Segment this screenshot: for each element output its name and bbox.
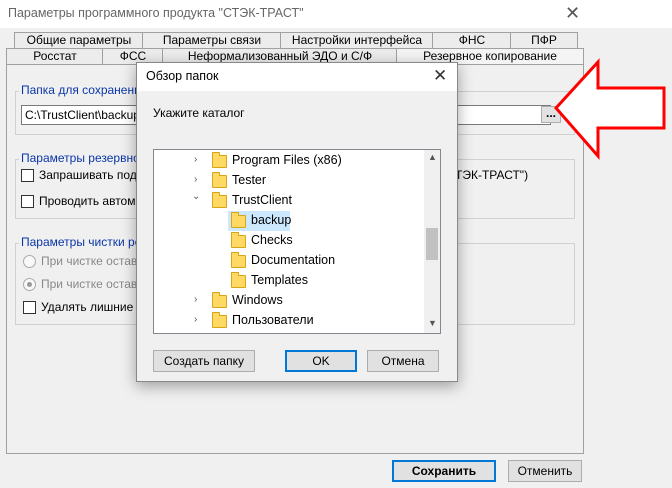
arrow-shape <box>553 58 666 160</box>
scroll-up-icon[interactable]: ▲ <box>428 152 437 162</box>
folder-icon <box>212 292 227 308</box>
folder-icon <box>231 212 246 228</box>
dialog-title: Обзор папок <box>146 69 219 83</box>
dialog-prompt: Укажите каталог <box>153 106 245 120</box>
chevron-right-icon[interactable]: › <box>194 294 197 305</box>
scroll-down-icon[interactable]: ▼ <box>428 318 437 328</box>
scrollbar-thumb[interactable] <box>426 228 438 260</box>
tree-item[interactable]: Checks <box>154 231 424 251</box>
auto-backup-label: Проводить автомат <box>39 194 148 208</box>
tree-item[interactable]: › Windows <box>154 291 424 311</box>
tab-fns[interactable]: ФНС <box>432 32 512 49</box>
tree-item-label: Checks <box>251 233 293 247</box>
folder-icon <box>212 152 227 168</box>
tree-scrollbar[interactable]: ▲ ▼ <box>424 150 440 333</box>
folder-tree[interactable]: › Program Files (x86) › Tester ⌄ TrustCl… <box>153 149 441 334</box>
folder-icon <box>212 172 227 188</box>
chevron-right-icon[interactable]: › <box>194 314 197 325</box>
tab-rosstat[interactable]: Росстат <box>6 48 104 65</box>
tab-general[interactable]: Общие параметры <box>14 32 144 49</box>
folder-icon <box>231 272 246 288</box>
tree-item[interactable]: backup <box>154 211 424 231</box>
save-folder-path: C:\TrustClient\backup <box>25 108 140 122</box>
chevron-right-icon[interactable]: › <box>194 154 197 165</box>
folder-icon <box>212 312 227 328</box>
tree-item[interactable]: Documentation <box>154 251 424 271</box>
tab-connection[interactable]: Параметры связи <box>142 32 282 49</box>
clean-params-legend: Параметры чистки рез <box>19 235 149 249</box>
backup-params-right-text: ТЭК-ТРАСТ") <box>455 168 529 182</box>
clean-keep-radio-1[interactable] <box>23 255 36 268</box>
red-arrow-annotation <box>553 58 666 160</box>
new-folder-button[interactable]: Создать папку <box>153 350 255 372</box>
dialog-cancel-button[interactable]: Отмена <box>367 350 439 372</box>
tree-item[interactable]: › Program Files (x86) <box>154 151 424 171</box>
tab-interface[interactable]: Настройки интерфейса <box>280 32 434 49</box>
window-title-bar: Параметры программного продукта "СТЭК-ТР… <box>0 0 672 28</box>
save-folder-legend: Папка для сохранения <box>19 83 150 97</box>
auto-backup-checkbox[interactable] <box>21 195 34 208</box>
tree-item-label: backup <box>251 213 292 227</box>
tree-item[interactable]: › Tester <box>154 171 424 191</box>
cancel-button[interactable]: Отменить <box>508 460 582 482</box>
clean-keep-label-1: При чистке оставл <box>41 254 144 268</box>
browse-folders-dialog: Обзор папок ✕ Укажите каталог › Program … <box>136 62 458 382</box>
tree-item[interactable]: Templates <box>154 271 424 291</box>
tree-item-label: Templates <box>251 273 308 287</box>
tree-item-label: Program Files (x86) <box>232 153 342 167</box>
save-button[interactable]: Сохранить <box>392 460 496 482</box>
chevron-down-icon[interactable]: ⌄ <box>192 191 200 202</box>
delete-extra-checkbox[interactable] <box>23 301 36 314</box>
tree-item[interactable]: › Пользователи <box>154 311 424 331</box>
tree-item-label: TrustClient <box>232 193 292 207</box>
dialog-close-icon[interactable]: ✕ <box>433 66 447 86</box>
close-icon[interactable]: ✕ <box>565 3 580 24</box>
window-title: Параметры программного продукта "СТЭК-ТР… <box>8 6 304 20</box>
request-confirm-label: Запрашивать подте <box>39 168 149 182</box>
tree-item-label: Пользователи <box>232 313 314 327</box>
clean-keep-label-2: При чистке оставл <box>41 277 144 291</box>
backup-params-legend: Параметры резервно <box>19 151 142 165</box>
folder-icon <box>212 192 227 208</box>
folder-icon <box>231 232 246 248</box>
clean-keep-radio-2[interactable] <box>23 278 36 291</box>
tree-item-label: Documentation <box>251 253 336 267</box>
delete-extra-label: Удалять лишние к <box>41 300 142 314</box>
tree-item[interactable]: ⌄ TrustClient <box>154 191 424 211</box>
chevron-right-icon[interactable]: › <box>194 174 197 185</box>
folder-icon <box>231 252 246 268</box>
request-confirm-checkbox[interactable] <box>21 169 34 182</box>
ok-button[interactable]: OK <box>285 350 357 372</box>
tab-pfr[interactable]: ПФР <box>510 32 578 49</box>
dialog-title-bar: Обзор папок ✕ <box>137 63 457 91</box>
tree-item-label: Tester <box>232 173 267 187</box>
tree-item-label: Windows <box>232 293 283 307</box>
